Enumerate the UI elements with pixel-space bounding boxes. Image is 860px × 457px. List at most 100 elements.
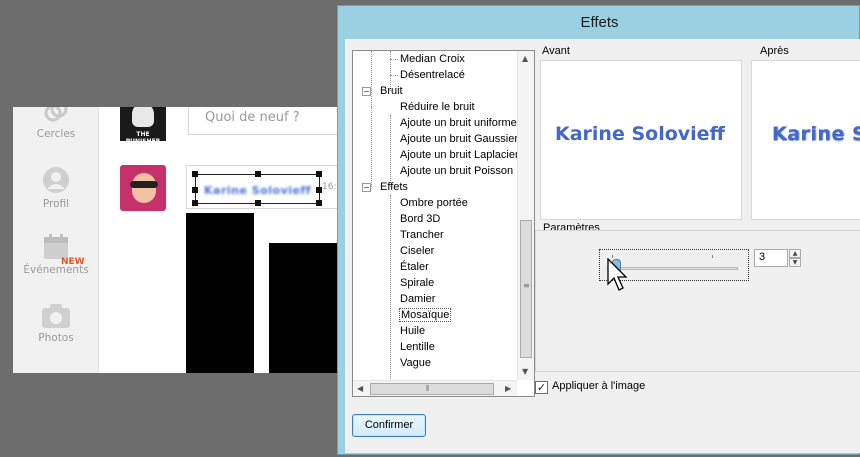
before-preview: Karine Solovieff [540, 60, 742, 220]
tree-item-ciseler[interactable]: Ciseler [400, 243, 434, 259]
camera-icon [42, 304, 70, 328]
tree-vertical-scrollbar[interactable]: ▲ ≡ ▼ [517, 51, 534, 380]
sidebar-item-profile[interactable]: Profil [13, 165, 99, 210]
circles-icon [44, 107, 68, 122]
tree-item-label: Mosaïque [399, 308, 452, 322]
grip-icon: ≡ [523, 281, 530, 290]
tree-connector [371, 107, 372, 187]
scroll-thumb[interactable]: ≡ [520, 220, 532, 358]
sidebar-item-circles[interactable]: Cercles [13, 107, 99, 140]
tree-item-damier[interactable]: Damier [400, 291, 435, 307]
sidebar-item-label: Photos [38, 332, 74, 344]
resize-handle[interactable] [192, 187, 198, 193]
tree-item-vague[interactable]: Vague [400, 355, 431, 371]
tree-item-label: Ciseler [400, 245, 435, 257]
tree-group-bruit[interactable]: Bruit [380, 83, 403, 99]
tree-item-label: Vague [400, 357, 431, 369]
before-label: Avant [542, 45, 570, 57]
tree-item-bruit-poisson[interactable]: Ajoute un bruit Poisson [400, 163, 513, 179]
tree-item-label: Ombre portée [400, 197, 468, 209]
effects-tree[interactable]: Median Croix Désentrelacé − Bruit Réduir… [352, 50, 535, 397]
scroll-thumb[interactable]: ⦀ [370, 383, 494, 395]
tree-item-lentille[interactable]: Lentille [400, 339, 435, 355]
tree-item-label: Effets [380, 181, 408, 193]
tree-item-mosaique[interactable]: Mosaïque [399, 307, 452, 323]
collapse-toggle-bruit[interactable]: − [362, 87, 371, 96]
confirm-button[interactable]: Confirmer [352, 414, 426, 437]
skull-icon [132, 107, 154, 127]
sidebar-item-label: Cercles [36, 128, 76, 140]
tree-item-label: Ajoute un bruit Laplacien [400, 149, 522, 161]
tree-item-label: Damier [400, 293, 436, 305]
tree-group-effets[interactable]: Effets [380, 179, 408, 195]
image-block [269, 243, 338, 373]
mouse-cursor-icon [607, 258, 628, 291]
tree-item-label: Bruit [380, 85, 403, 97]
avatar-caption: THE PUNISHER [126, 131, 161, 141]
tree-item-trancher[interactable]: Trancher [400, 227, 444, 243]
avatar-face [132, 173, 156, 203]
tree-item-median-croix[interactable]: Median Croix [400, 51, 465, 67]
dialog-client: Median Croix Désentrelacé − Bruit Réduir… [345, 39, 860, 453]
tree-item-bruit-uniforme[interactable]: Ajoute un bruit uniforme [400, 115, 517, 131]
spin-up-icon[interactable]: ▲ [789, 249, 801, 258]
tree-item-label: Désentrelacé [400, 69, 465, 81]
tree-item-bruit-gaussien[interactable]: Ajoute un bruit Gaussien [400, 131, 520, 147]
background-sidebar: Cercles Profil Événements NEW Photos [13, 107, 99, 373]
scroll-down-icon[interactable]: ▼ [522, 367, 528, 376]
tree-item-label: Spirale [400, 277, 435, 289]
sidebar-item-photos[interactable]: Photos [13, 303, 99, 344]
scroll-right-icon[interactable]: ▶ [505, 384, 511, 393]
spin-down-icon[interactable]: ▼ [789, 258, 801, 267]
image-block [186, 213, 254, 373]
tree-item-label: Huile [400, 325, 426, 337]
new-badge: NEW [61, 257, 85, 267]
tree-horizontal-scrollbar[interactable]: ◀ ⦀ ▶ [353, 380, 517, 396]
tree-item-label: Ajoute un bruit Gaussien [400, 133, 521, 145]
comment-name: Karine Solovieff [204, 184, 312, 197]
tree-item-etaler[interactable]: Étaler [400, 259, 429, 275]
tree-item-reduire-bruit[interactable]: Réduire le bruit [400, 99, 475, 115]
tree-item-label: Ajoute un bruit uniforme [400, 117, 517, 129]
scroll-up-icon[interactable]: ▲ [522, 54, 528, 63]
profile-icon [43, 167, 69, 193]
background-social-page: Cercles Profil Événements NEW Photos THE… [13, 107, 338, 373]
collapse-toggle-effets[interactable]: − [362, 183, 371, 192]
tree-item-huile[interactable]: Huile [400, 323, 425, 339]
post-input[interactable]: Quoi de neuf ? [188, 107, 338, 135]
after-preview: Karine Solovieff [751, 60, 860, 220]
after-label: Après [760, 45, 789, 57]
param-value-input[interactable]: 3 [754, 249, 788, 267]
resize-handle[interactable] [192, 200, 198, 206]
tree-item-ombre-portee[interactable]: Ombre portée [400, 195, 468, 211]
dialog-title: Effets [580, 14, 619, 31]
avatar-glasses [130, 181, 158, 188]
params-group: 3 ▲ ▼ [535, 230, 860, 372]
tree-item-label: Trancher [400, 229, 444, 241]
grip-icon: ⦀ [426, 384, 430, 393]
comment-time: 16:5 [322, 182, 338, 192]
tree-item-bord-3d[interactable]: Bord 3D [400, 211, 440, 227]
avatar-punisher[interactable]: THE PUNISHER [120, 107, 166, 141]
comment-box: Karine Solovieff 16:5 [186, 165, 338, 209]
effects-dialog: Effets Median Croix Désentrelacé − Bruit… [337, 5, 860, 455]
avatar-karine[interactable] [120, 165, 166, 211]
tree-item-label: Median Croix [400, 53, 465, 65]
resize-handle[interactable] [316, 171, 322, 177]
tree-item-bruit-laplacien[interactable]: Ajoute un bruit Laplacien [400, 147, 521, 163]
tree-item-spirale[interactable]: Spirale [400, 275, 434, 291]
resize-handle[interactable] [255, 171, 261, 177]
tree-connector [390, 115, 391, 187]
resize-handle[interactable] [192, 171, 198, 177]
tree-item-label: Étaler [400, 261, 429, 273]
tree-item-label: Réduire le bruit [400, 101, 475, 113]
resize-handle[interactable] [255, 200, 261, 206]
scroll-left-icon[interactable]: ◀ [357, 384, 363, 393]
tree-item-desentrelace[interactable]: Désentrelacé [400, 67, 465, 83]
apply-checkbox[interactable]: ✓ [535, 381, 548, 394]
slider-tick [712, 255, 713, 258]
selected-name-region[interactable]: Karine Solovieff [192, 171, 322, 206]
sidebar-item-events[interactable]: Événements [13, 233, 99, 276]
tree-item-label: Bord 3D [400, 213, 441, 225]
resize-handle[interactable] [316, 200, 322, 206]
